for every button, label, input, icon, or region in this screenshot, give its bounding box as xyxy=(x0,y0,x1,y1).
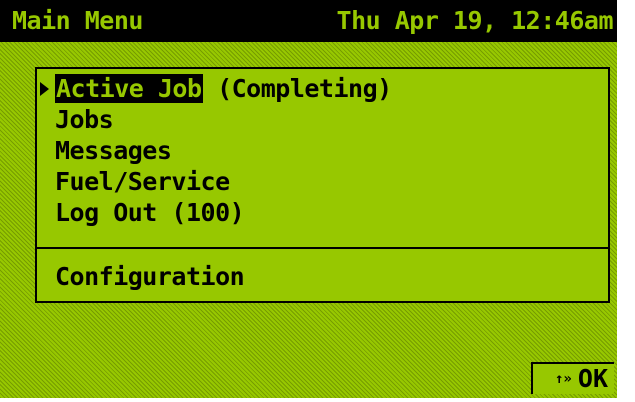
menu-item-configuration-row: Configuration xyxy=(37,261,608,292)
ok-button[interactable]: ↑» OK xyxy=(531,362,614,394)
menu-item-label: Active Job xyxy=(55,74,203,103)
menu-item-label: Configuration xyxy=(55,262,245,291)
menu-item-log-out[interactable]: Log Out (100) xyxy=(37,197,608,228)
menu-item-jobs[interactable]: Jobs xyxy=(37,104,608,135)
page-title: Main Menu xyxy=(12,6,143,35)
menu-item-fuel-service[interactable]: Fuel/Service xyxy=(37,166,608,197)
lcd-screen: Main Menu Thu Apr 19, 12:46am Active Job… xyxy=(0,0,617,398)
menu-list: Active Job (Completing) Jobs Messages Fu… xyxy=(37,73,608,228)
selection-pointer-icon xyxy=(40,82,49,96)
main-menu-panel: Active Job (Completing) Jobs Messages Fu… xyxy=(35,67,610,303)
menu-item-active-job[interactable]: Active Job (Completing) xyxy=(37,73,608,104)
menu-item-label: Log Out (100) xyxy=(55,198,245,227)
ok-button-label: OK xyxy=(577,364,608,393)
menu-item-configuration[interactable]: Configuration xyxy=(37,261,608,292)
title-bar: Main Menu Thu Apr 19, 12:46am xyxy=(0,0,617,42)
menu-item-messages[interactable]: Messages xyxy=(37,135,608,166)
menu-item-label: Messages xyxy=(55,136,172,165)
ok-key-icon: ↑» xyxy=(555,371,572,387)
menu-item-label: Fuel/Service xyxy=(55,167,230,196)
datetime-display: Thu Apr 19, 12:46am xyxy=(336,6,614,35)
menu-item-status: (Completing) xyxy=(202,74,392,103)
menu-divider xyxy=(37,247,608,249)
menu-item-label: Jobs xyxy=(55,105,114,134)
